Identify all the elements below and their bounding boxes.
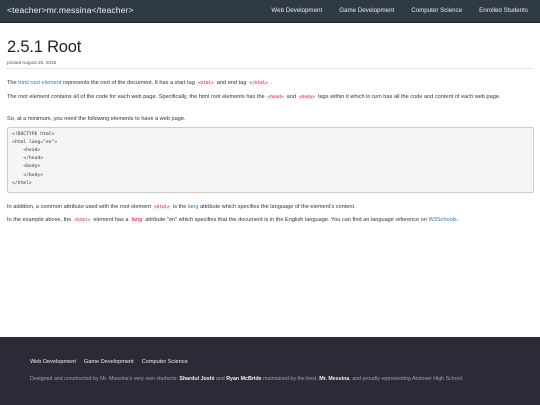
- inline-code-html-start: <html>: [196, 81, 216, 86]
- footer: Web Development Game Development Compute…: [0, 337, 540, 405]
- code-line: </html>: [12, 180, 32, 186]
- credit-name-messina: Mr. Messina: [319, 376, 350, 382]
- nav-menu: Web Development Game Development Compute…: [271, 7, 528, 14]
- footer-link-computer-science[interactable]: Computer Science: [142, 359, 188, 365]
- code-line: <!DOCTYPE html>: [12, 131, 55, 137]
- w3schools-link[interactable]: W3Schools: [428, 217, 456, 223]
- inline-code-html: <html>: [152, 205, 172, 210]
- code-line: </body>: [12, 172, 44, 178]
- footer-link-game-development[interactable]: Game Development: [84, 359, 134, 365]
- paragraph-root-contents: The root element contains all of the cod…: [7, 94, 501, 100]
- footer-nav: Web Development Game Development Compute…: [30, 359, 188, 365]
- nav-link-enrolled-students[interactable]: Enrolled Students: [479, 7, 528, 14]
- footer-link-web-development[interactable]: Web Development: [30, 359, 76, 365]
- inline-code-lang: lang: [130, 217, 144, 223]
- code-line: <body>: [12, 164, 41, 170]
- nav-link-computer-science[interactable]: Computer Science: [411, 7, 462, 14]
- title-divider: [7, 67, 534, 69]
- paragraph-intro: The html root element represents the roo…: [7, 80, 271, 86]
- paragraph-example: In the example above, the <html> element…: [7, 217, 459, 223]
- inline-code-body: <body>: [297, 95, 317, 100]
- post-date: posted August 25, 2015: [7, 60, 57, 65]
- inline-code-head: <head>: [266, 95, 286, 100]
- nav-link-game-development[interactable]: Game Development: [339, 7, 394, 14]
- footer-credit: Designed and constructed by Mr. Messina'…: [30, 376, 464, 382]
- code-line: <html lang="en">: [12, 139, 58, 145]
- nav-link-web-development[interactable]: Web Development: [271, 7, 322, 14]
- brand-logo-link[interactable]: <teacher>mr.messina</teacher>: [7, 5, 134, 15]
- navbar: <teacher>mr.messina</teacher> Web Develo…: [0, 0, 540, 23]
- paragraph-lang-attribute: In addition, a common attribute used wit…: [7, 204, 356, 210]
- credit-name-ryan: Ryan McBride: [226, 376, 262, 382]
- code-line: </head>: [12, 156, 44, 162]
- credit-name-shardul: Shardul Joshi: [179, 376, 215, 382]
- page-title: 2.5.1 Root: [7, 38, 82, 56]
- lang-link[interactable]: lang: [188, 204, 199, 210]
- code-block: <!DOCTYPE html> <html lang="en"> <head> <…: [7, 127, 534, 193]
- inline-code-html-end: </html>: [247, 81, 270, 86]
- inline-code-html: <html>: [72, 218, 92, 223]
- html-root-element-link[interactable]: html root element: [18, 80, 61, 86]
- code-line: <head>: [12, 147, 41, 153]
- paragraph-minimum: So, at a minimum, you need the following…: [7, 116, 186, 122]
